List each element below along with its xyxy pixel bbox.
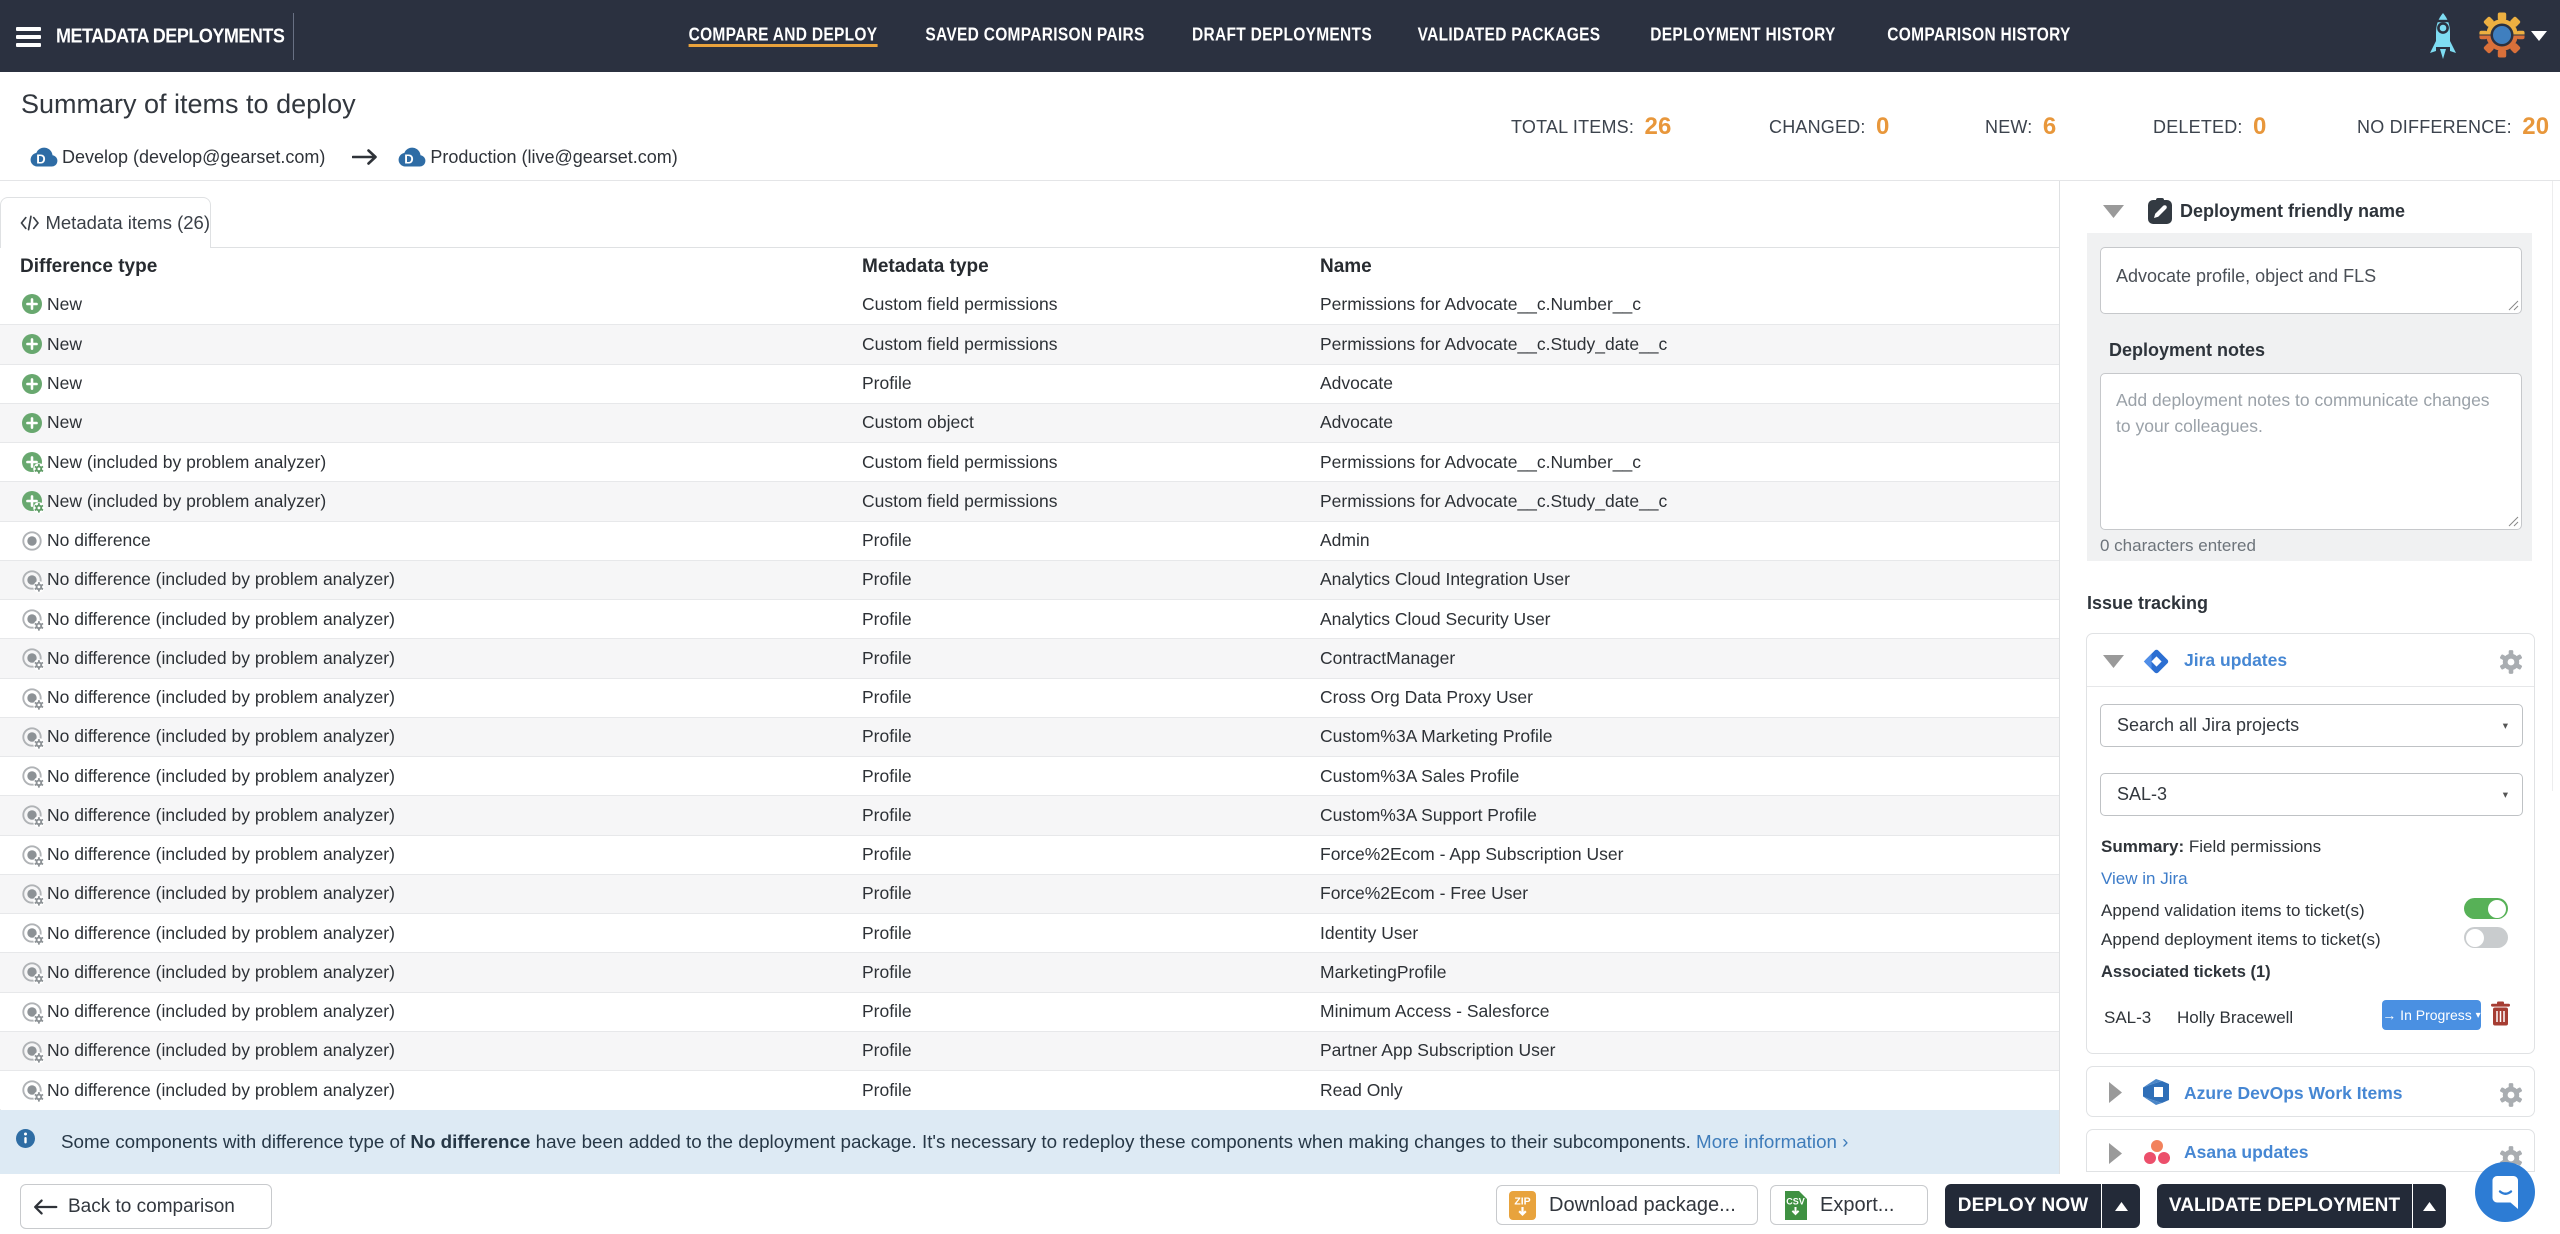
svg-text:D: D (36, 151, 45, 166)
svg-text:D: D (405, 151, 414, 166)
svg-text:CSV: CSV (1786, 1196, 1805, 1206)
svg-text:ZIP: ZIP (1514, 1195, 1530, 1207)
